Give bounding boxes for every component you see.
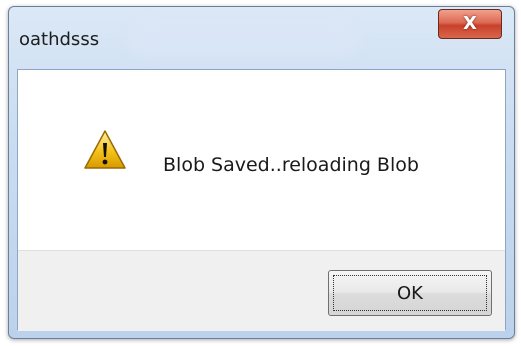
- titlebar-glow: [129, 21, 359, 57]
- ok-button[interactable]: OK: [328, 270, 492, 316]
- message-area: Blob Saved..reloading Blob: [18, 70, 505, 250]
- titlebar[interactable]: oathdsss X: [9, 7, 514, 69]
- close-button[interactable]: X: [438, 9, 502, 39]
- ok-button-label: OK: [397, 282, 423, 304]
- close-icon: X: [463, 13, 477, 34]
- message-text: Blob Saved..reloading Blob: [163, 154, 419, 176]
- dialog-title: oathdsss: [19, 29, 100, 50]
- message-dialog: oathdsss X Blob Saved..reloading Blob OK: [8, 6, 515, 339]
- button-area: OK: [18, 250, 505, 331]
- dialog-body: Blob Saved..reloading Blob OK: [17, 69, 506, 331]
- warning-icon: [84, 130, 126, 169]
